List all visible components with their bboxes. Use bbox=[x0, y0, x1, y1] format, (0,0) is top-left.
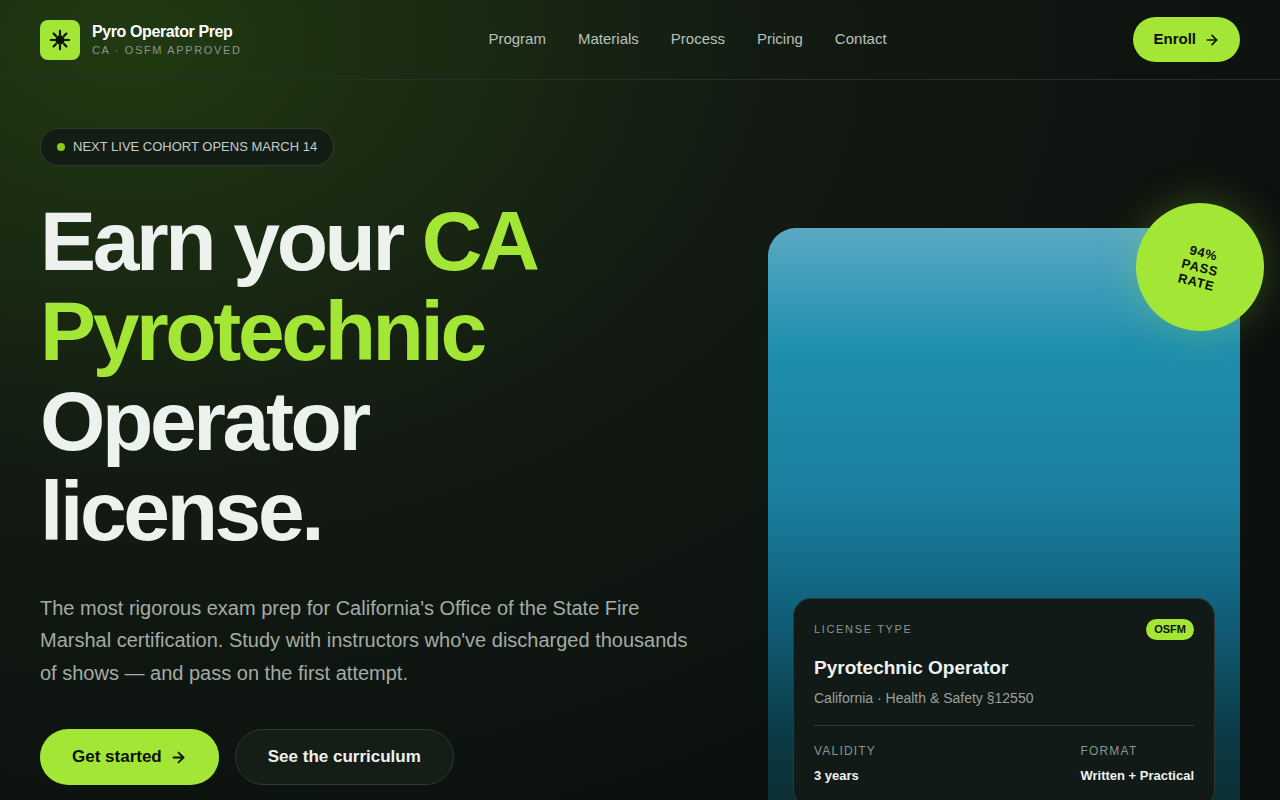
nav-link[interactable]: Process bbox=[671, 28, 725, 51]
brand-logo bbox=[40, 20, 80, 60]
license-fact: FORMATWritten + Practical bbox=[1080, 742, 1194, 786]
get-started-button[interactable]: Get started bbox=[40, 729, 219, 785]
license-title: Pyrotechnic Operator bbox=[814, 654, 1194, 683]
card-divider bbox=[814, 725, 1194, 726]
hero-headline: Earn your CAPyrotechnicOperatorlicense. bbox=[40, 196, 720, 556]
headline-line: license. bbox=[40, 466, 720, 556]
brand[interactable]: Pyro Operator PrepCA · OSFM APPROVED bbox=[40, 20, 242, 60]
hero-description: The most rigorous exam prep for Californ… bbox=[40, 592, 700, 690]
license-fact: VALIDITY3 years bbox=[814, 742, 876, 786]
license-subtitle: California · Health & Safety §12550 bbox=[814, 688, 1194, 709]
license-facts: VALIDITY3 years FORMATWritten + Practical bbox=[814, 742, 1194, 786]
curriculum-button[interactable]: See the curriculum bbox=[235, 729, 454, 785]
brand-name: Pyro Operator Prep bbox=[92, 22, 242, 42]
headline-line: Pyrotechnic bbox=[40, 286, 720, 376]
license-label: LICENSE TYPE bbox=[814, 621, 912, 638]
status-dot bbox=[57, 143, 65, 151]
logo-icon bbox=[49, 29, 71, 51]
top-nav: Pyro Operator PrepCA · OSFM APPROVED Prog… bbox=[0, 0, 1280, 80]
nav-links: Program Materials Process Pricing Contact bbox=[488, 28, 886, 51]
hero-actions: Get started See the curriculum bbox=[40, 729, 720, 785]
hero: NEXT LIVE COHORT OPENS MARCH 14 Earn your… bbox=[0, 80, 1280, 800]
headline-line: Earn your CA bbox=[40, 196, 720, 286]
arrow-right-icon bbox=[1204, 32, 1220, 48]
hero-copy: NEXT LIVE COHORT OPENS MARCH 14 Earn your… bbox=[40, 80, 720, 785]
nav-link[interactable]: Pricing bbox=[757, 28, 803, 51]
headline-line: Operator bbox=[40, 376, 720, 466]
brand-tagline: CA · OSFM APPROVED bbox=[92, 42, 242, 58]
page: Pyro Operator PrepCA · OSFM APPROVED Prog… bbox=[0, 0, 1280, 800]
license-card: LICENSE TYPE OSFM Pyrotechnic Operator Cali… bbox=[793, 598, 1215, 800]
enroll-button[interactable]: Enroll bbox=[1133, 17, 1240, 62]
nav-link[interactable]: Materials bbox=[578, 28, 639, 51]
osfm-tag: OSFM bbox=[1146, 619, 1194, 640]
nav-link[interactable]: Contact bbox=[835, 28, 887, 51]
hero-visual: LICENSE TYPE OSFM Pyrotechnic Operator Cali… bbox=[768, 228, 1240, 800]
cohort-badge: NEXT LIVE COHORT OPENS MARCH 14 bbox=[40, 128, 334, 166]
arrow-right-icon bbox=[170, 749, 187, 766]
nav-link[interactable]: Program bbox=[488, 28, 546, 51]
